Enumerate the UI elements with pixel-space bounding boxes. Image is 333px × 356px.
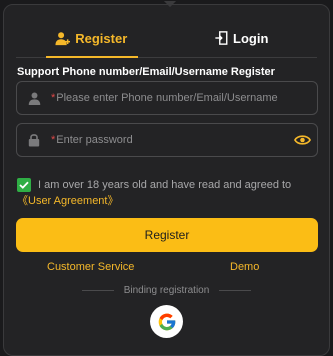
password-field[interactable]: * — [16, 123, 318, 157]
google-icon — [158, 313, 175, 330]
register-panel: Register Login Support Phone number/Emai… — [3, 4, 330, 356]
agreement-text: I am over 18 years old and have read and… — [38, 179, 292, 191]
account-input[interactable] — [56, 92, 317, 104]
required-asterisk: * — [51, 92, 56, 104]
user-icon — [17, 92, 51, 105]
register-button[interactable]: Register — [16, 218, 318, 252]
popover-arrow — [163, 1, 177, 9]
form-subtitle: Support Phone number/Email/Username Regi… — [17, 66, 275, 78]
binding-registration-label: Binding registration — [123, 285, 210, 296]
customer-service-link[interactable]: Customer Service — [47, 261, 134, 273]
eye-icon[interactable] — [287, 134, 317, 146]
demo-link[interactable]: Demo — [230, 261, 259, 273]
required-asterisk: * — [51, 134, 56, 146]
user-agreement-link[interactable]: 《User Agreement》 — [17, 195, 118, 207]
lock-icon — [17, 133, 51, 147]
tab-login-label: Login — [233, 30, 269, 46]
divider-line-right — [219, 290, 252, 291]
user-plus-icon — [55, 31, 71, 45]
divider-line-left — [81, 290, 114, 291]
tab-login[interactable]: Login — [167, 19, 318, 57]
agreement-row: I am over 18 years old and have read and… — [17, 177, 322, 209]
checkmark-icon — [19, 181, 29, 189]
google-login-button[interactable] — [150, 305, 183, 338]
tab-register[interactable]: Register — [16, 19, 167, 58]
agree-checkbox[interactable] — [17, 178, 31, 192]
account-field[interactable]: * — [16, 81, 318, 115]
auth-tabs: Register Login — [16, 19, 317, 58]
password-input[interactable] — [56, 134, 287, 146]
login-door-icon — [215, 31, 228, 45]
binding-divider: Binding registration — [4, 285, 329, 296]
tab-register-label: Register — [75, 30, 128, 46]
